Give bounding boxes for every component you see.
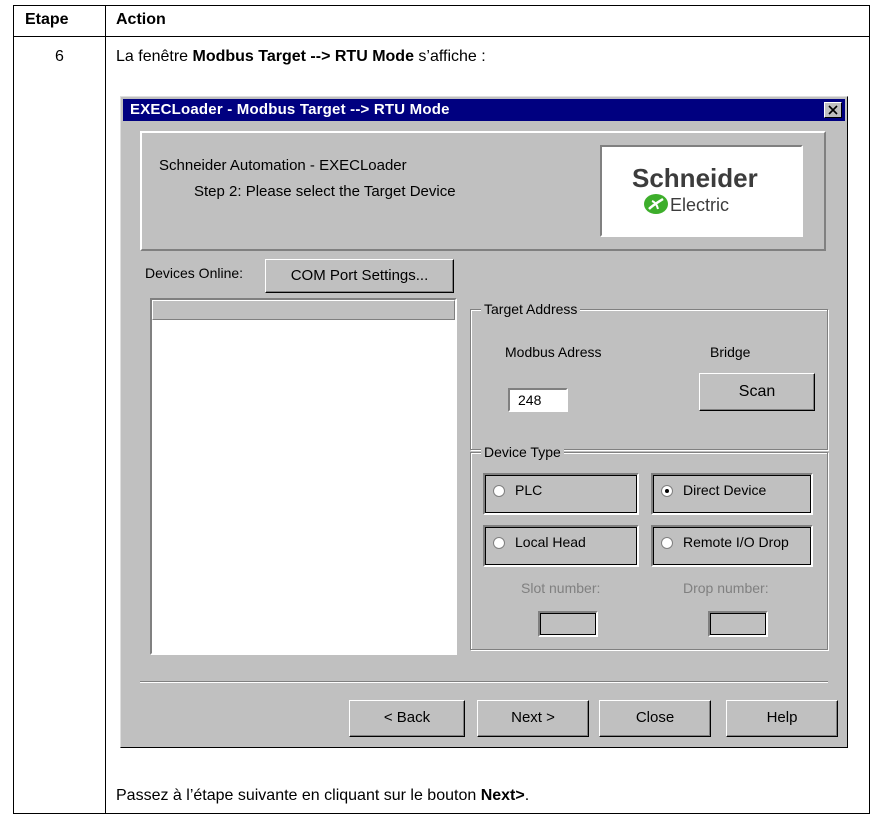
com-port-settings-button[interactable]: COM Port Settings... <box>265 259 454 293</box>
target-address-title: Target Address <box>481 301 581 317</box>
modbus-address-label: Modbus Adress <box>505 344 602 360</box>
scan-button[interactable]: Scan <box>699 373 815 411</box>
intro-prefix: La fenêtre <box>116 48 193 65</box>
device-type-group: Device Type PLC Direct Device Local Head… <box>470 444 828 650</box>
next-button[interactable]: Next > <box>477 700 589 737</box>
radio-direct-device[interactable]: Direct Device <box>651 473 813 515</box>
intro-window-name: Modbus Target --> RTU Mode <box>192 48 414 65</box>
step-number: 6 <box>55 48 64 65</box>
device-type-title: Device Type <box>481 444 564 460</box>
radio-plc[interactable]: PLC <box>483 473 639 515</box>
radio-remote-io-drop-circle <box>661 537 673 549</box>
radio-local-head[interactable]: Local Head <box>483 525 639 567</box>
schneider-logo: Schneider Electric <box>600 145 803 237</box>
radio-plc-circle <box>493 485 505 497</box>
logo-sub: Electric <box>670 195 730 215</box>
close-button[interactable]: Close <box>599 700 711 737</box>
drop-number-input[interactable] <box>708 611 768 637</box>
slot-number-input[interactable] <box>538 611 598 637</box>
outro-suffix: . <box>524 787 530 804</box>
help-button[interactable]: Help <box>726 700 838 737</box>
window-title: EXECLoader - Modbus Target --> RTU Mode <box>130 101 450 118</box>
header-app-name: Schneider Automation - EXECLoader <box>159 157 407 174</box>
radio-plc-label: PLC <box>515 482 543 498</box>
devices-online-list[interactable] <box>150 298 457 655</box>
header-step: Etape <box>25 11 69 28</box>
radio-direct-device-label: Direct Device <box>683 482 767 498</box>
outro-button-name: Next> <box>480 787 525 804</box>
list-header <box>152 300 455 320</box>
target-address-group: Target Address Modbus Adress Bridge 248 … <box>470 301 828 450</box>
header-action: Action <box>116 11 166 28</box>
devices-online-label: Devices Online: <box>145 265 244 281</box>
outro-text: Passez à l’étape suivante en cliquant su… <box>116 787 529 805</box>
back-button[interactable]: < Back <box>349 700 465 737</box>
radio-remote-io-drop[interactable]: Remote I/O Drop <box>651 525 813 567</box>
close-icon <box>828 105 838 115</box>
header-step-text: Step 2: Please select the Target Device <box>194 183 456 200</box>
radio-direct-device-circle <box>661 485 673 497</box>
close-window-button[interactable] <box>824 102 842 118</box>
radio-local-head-label: Local Head <box>515 534 586 550</box>
title-bar[interactable]: EXECLoader - Modbus Target --> RTU Mode <box>123 99 845 121</box>
drop-number-label: Drop number: <box>683 580 769 596</box>
radio-remote-io-drop-label: Remote I/O Drop <box>683 534 789 550</box>
column-divider <box>105 6 106 813</box>
separator <box>140 681 828 683</box>
bridge-label: Bridge <box>710 344 751 360</box>
modbus-address-input[interactable]: 248 <box>508 388 568 412</box>
header-panel: Schneider Automation - EXECLoader Step 2… <box>140 131 826 251</box>
outro-prefix: Passez à l’étape suivante en cliquant su… <box>116 787 481 804</box>
intro-suffix: s’affiche : <box>413 48 486 65</box>
intro-text: La fenêtre Modbus Target --> RTU Mode s’… <box>116 48 486 66</box>
header-divider <box>14 36 869 37</box>
radio-local-head-circle <box>493 537 505 549</box>
slot-number-label: Slot number: <box>521 580 601 596</box>
logo-name: Schneider <box>632 163 758 193</box>
execloader-dialog: EXECLoader - Modbus Target --> RTU Mode … <box>120 96 848 748</box>
schneider-leaf-icon <box>644 194 668 214</box>
